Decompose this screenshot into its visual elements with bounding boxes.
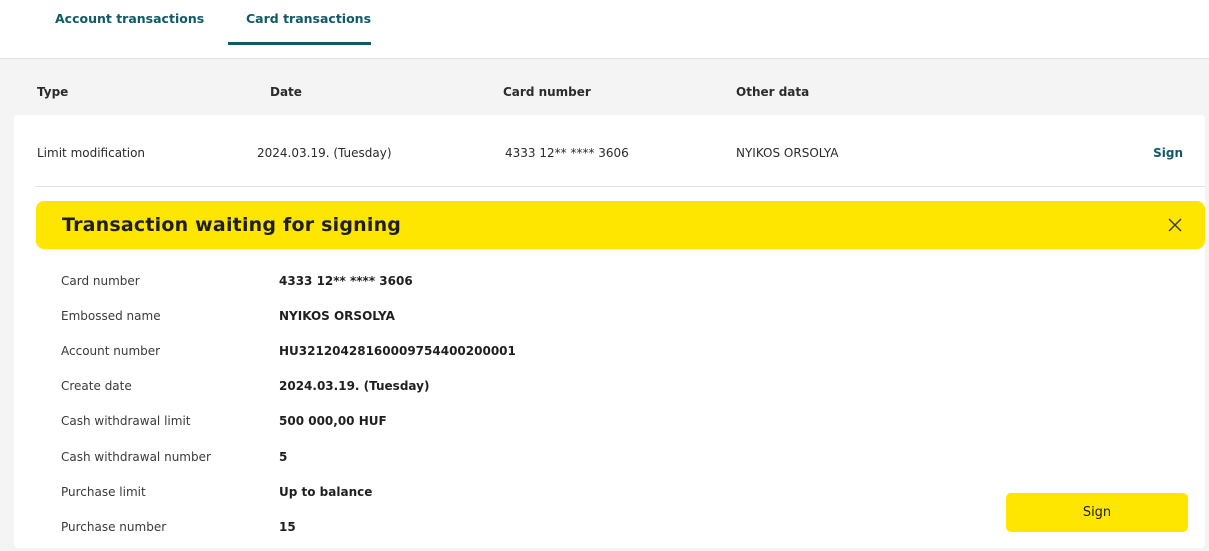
transaction-panel: Limit modification 2024.03.19. (Tuesday)…: [14, 115, 1205, 548]
detail-row-card-number: Card number 4333 12** **** 3606: [14, 274, 914, 294]
detail-row-cash-withdrawal-number: Cash withdrawal number 5: [14, 450, 914, 470]
detail-label: Cash withdrawal number: [61, 450, 211, 464]
signing-banner: Transaction waiting for signing: [36, 201, 1205, 249]
table-header: Type Date Card number Other data: [0, 59, 1209, 115]
detail-value: 4333 12** **** 3606: [279, 274, 413, 288]
detail-value: 15: [279, 520, 296, 534]
tab-card-transactions[interactable]: Card transactions: [246, 11, 371, 26]
detail-value: 5: [279, 450, 288, 464]
detail-value: 500 000,00 HUF: [279, 414, 387, 428]
close-icon[interactable]: [1165, 215, 1185, 235]
table-row[interactable]: Limit modification 2024.03.19. (Tuesday)…: [14, 115, 1205, 187]
detail-label: Cash withdrawal limit: [61, 414, 191, 428]
detail-label: Card number: [61, 274, 140, 288]
detail-row-purchase-limit: Purchase limit Up to balance: [14, 485, 914, 505]
detail-row-cash-withdrawal-limit: Cash withdrawal limit 500 000,00 HUF: [14, 414, 914, 434]
column-header-other-data: Other data: [736, 85, 810, 99]
detail-value: HU32120428160009754400200001: [279, 344, 516, 358]
tab-account-transactions[interactable]: Account transactions: [55, 11, 204, 26]
detail-value: NYIKOS ORSOLYA: [279, 309, 395, 323]
sign-button[interactable]: Sign: [1006, 493, 1188, 532]
row-other-data: NYIKOS ORSOLYA: [736, 146, 839, 160]
row-date: 2024.03.19. (Tuesday): [257, 146, 392, 160]
banner-title: Transaction waiting for signing: [62, 214, 402, 236]
detail-row-account-number: Account number HU32120428160009754400200…: [14, 344, 914, 364]
column-header-card-number: Card number: [503, 85, 591, 99]
column-header-type: Type: [37, 85, 69, 99]
detail-label: Account number: [61, 344, 161, 358]
tab-bar: Account transactions Card transactions: [0, 0, 1209, 59]
detail-label: Embossed name: [61, 309, 161, 323]
row-divider: [35, 186, 1205, 187]
column-header-date: Date: [270, 85, 302, 99]
detail-row-create-date: Create date 2024.03.19. (Tuesday): [14, 379, 914, 399]
detail-label: Purchase limit: [61, 485, 146, 499]
row-card-number: 4333 12** **** 3606: [505, 146, 629, 160]
detail-value: 2024.03.19. (Tuesday): [279, 379, 430, 393]
row-type: Limit modification: [37, 146, 146, 160]
row-sign-link[interactable]: Sign: [1153, 146, 1183, 160]
active-tab-indicator: [228, 42, 371, 45]
detail-value: Up to balance: [279, 485, 373, 499]
detail-row-purchase-number: Purchase number 15: [14, 520, 914, 540]
detail-label: Create date: [61, 379, 132, 393]
detail-label: Purchase number: [61, 520, 167, 534]
detail-row-embossed-name: Embossed name NYIKOS ORSOLYA: [14, 309, 914, 329]
